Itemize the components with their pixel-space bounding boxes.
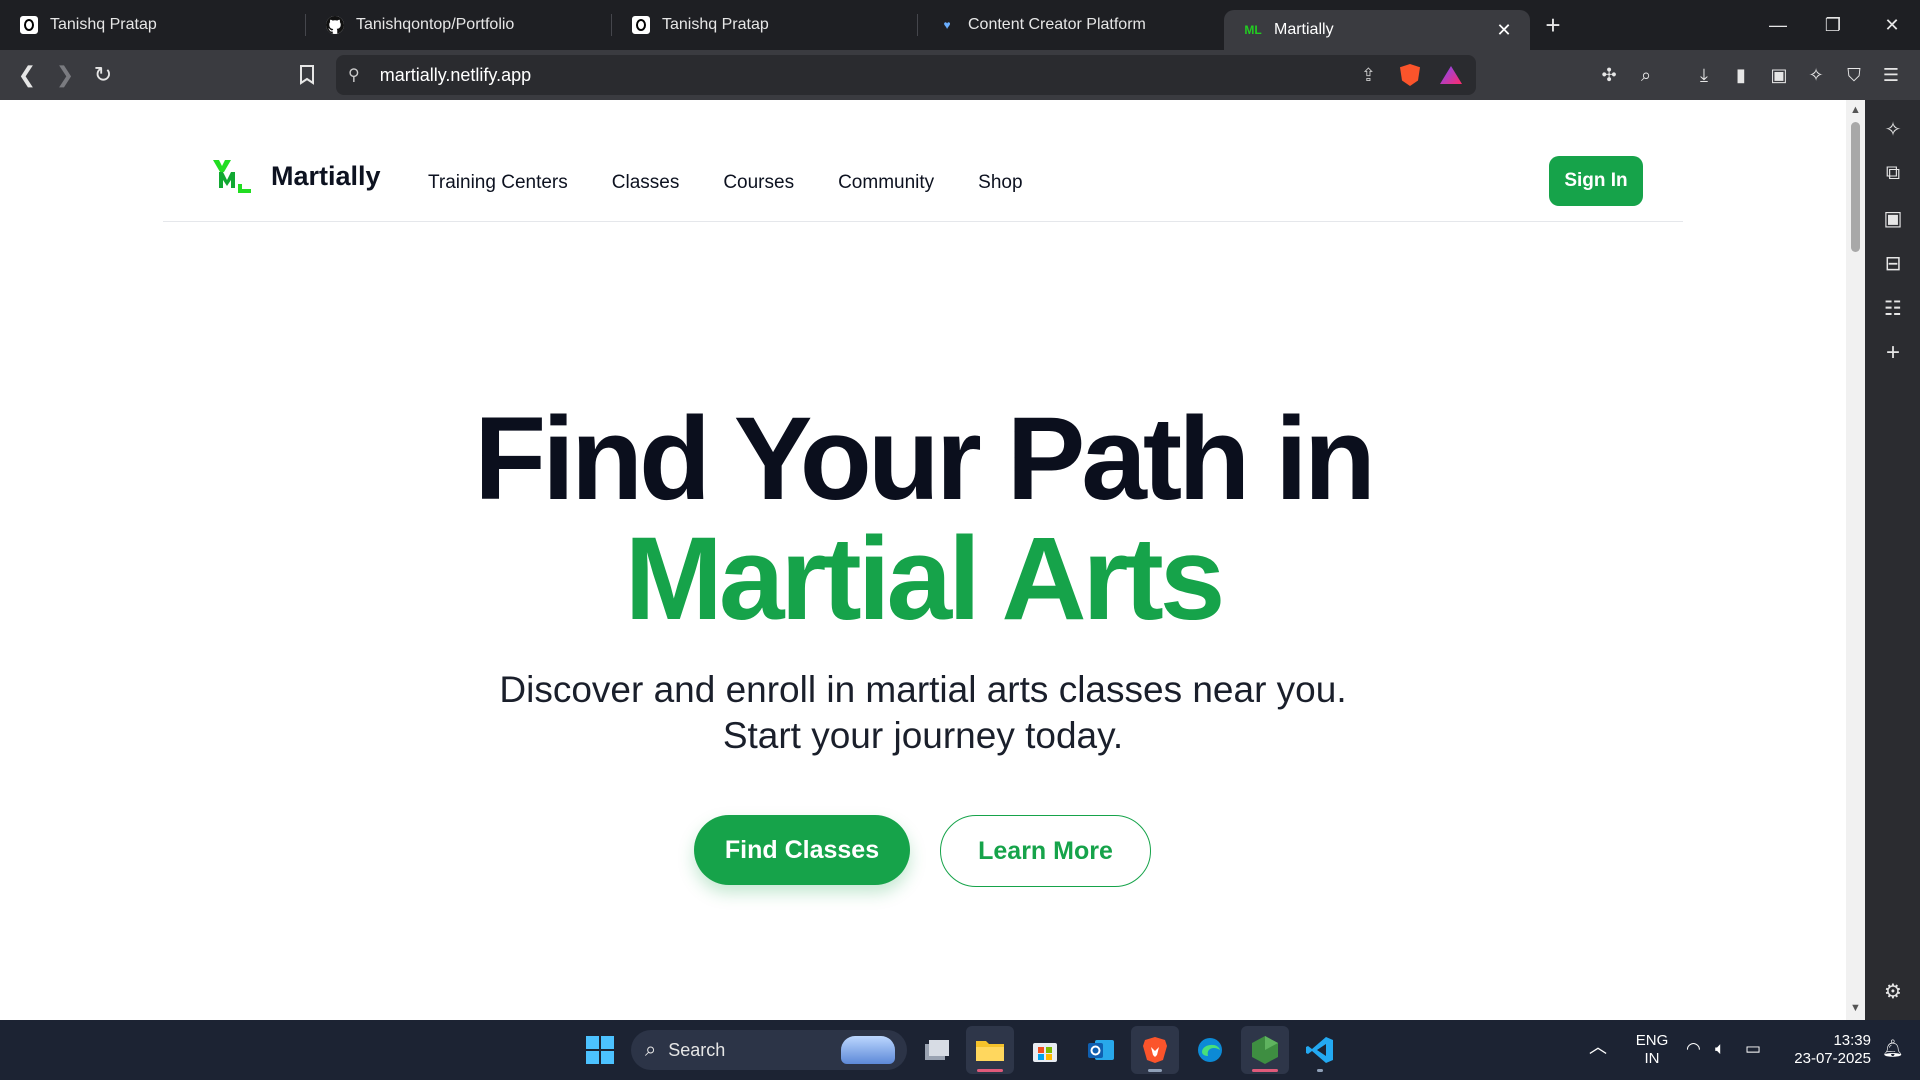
bookmark-icon[interactable]: [290, 58, 324, 92]
brave-rewards-icon[interactable]: [1440, 66, 1462, 84]
search-icon: ⌕: [645, 1038, 657, 1061]
find-classes-button[interactable]: Find Classes: [694, 815, 910, 885]
hero-subtitle: Discover and enroll in martial arts clas…: [499, 669, 1347, 756]
martially-logo-icon: [213, 158, 251, 194]
nav-classes[interactable]: Classes: [612, 172, 680, 194]
wallet-icon[interactable]: ▣: [1764, 60, 1794, 90]
heart-icon: ♥: [943, 18, 951, 32]
hero-title-line2: Martial Arts: [624, 513, 1226, 645]
opera-o-icon: [20, 16, 38, 34]
learn-more-button[interactable]: Learn More: [940, 815, 1151, 887]
browser-side-panel: ✧ ⧉ ▣ ⊟ ☷ + ⚙: [1865, 100, 1920, 1020]
nav-community[interactable]: Community: [838, 172, 934, 194]
site-logo[interactable]: Martially: [213, 158, 381, 194]
file-explorer-icon[interactable]: [966, 1026, 1014, 1074]
scroll-down-arrow-icon[interactable]: ▼: [1849, 1002, 1862, 1015]
browser-tab[interactable]: Tanishqontop/Portfolio: [306, 0, 612, 50]
address-bar[interactable]: ⚲ martially.netlify.app ⇪: [336, 55, 1476, 95]
leo-ai-icon[interactable]: ✧: [1801, 60, 1831, 90]
add-panel-icon[interactable]: +: [1878, 338, 1908, 368]
main-nav: Training Centers Classes Courses Communi…: [428, 172, 1023, 194]
windows-taskbar: ⌕ Search ︿ ENG IN ◠ 🔈︎ ▭ 13:39 23-07-202…: [0, 1020, 1920, 1080]
wifi-icon[interactable]: ◠: [1686, 1040, 1701, 1058]
tab-title: Tanishq Pratap: [662, 16, 769, 33]
region-code: IN: [1644, 1050, 1660, 1067]
brand-name: Martially: [271, 160, 381, 191]
browser-tab[interactable]: Tanishq Pratap: [612, 0, 918, 50]
reading-list-icon[interactable]: ☷: [1878, 293, 1908, 323]
search-page-icon[interactable]: ⌕: [1631, 60, 1661, 90]
nav-shop[interactable]: Shop: [978, 172, 1022, 194]
scroll-up-arrow-icon[interactable]: ▲: [1849, 104, 1862, 117]
extensions-icon[interactable]: ✣: [1594, 60, 1624, 90]
new-tab-button[interactable]: +: [1530, 0, 1576, 50]
scrollbar-thumb[interactable]: [1851, 122, 1860, 252]
url-text[interactable]: martially.netlify.app: [380, 65, 531, 86]
taskbar-search[interactable]: ⌕ Search: [631, 1030, 907, 1070]
sign-in-button[interactable]: Sign In: [1549, 156, 1643, 206]
outlook-icon[interactable]: [1077, 1026, 1125, 1074]
site-header: Martially Training Centers Classes Cours…: [163, 100, 1683, 222]
clock[interactable]: 13:39 23-07-2025: [1783, 1032, 1871, 1068]
wallet-icon[interactable]: ▣: [1878, 203, 1908, 233]
search-label: Search: [668, 1039, 726, 1060]
tab-title: Content Creator Platform: [968, 16, 1146, 33]
nav-courses[interactable]: Courses: [723, 172, 794, 194]
volume-icon[interactable]: 🔈︎: [1715, 1040, 1725, 1058]
browser-tab[interactable]: Tanishq Pratap: [0, 0, 306, 50]
martially-logo-icon: ML: [1244, 23, 1262, 37]
show-hidden-icons-icon[interactable]: ︿: [1589, 1038, 1607, 1056]
tab-title: Tanishqontop/Portfolio: [356, 16, 515, 33]
node-js-icon[interactable]: [1241, 1026, 1289, 1074]
page-viewport: Martially Training Centers Classes Cours…: [0, 100, 1846, 1020]
clock-date: 23-07-2025: [1794, 1050, 1871, 1067]
brave-shields-icon[interactable]: [1400, 64, 1420, 86]
language-indicator[interactable]: ENG IN: [1632, 1032, 1672, 1068]
nav-training-centers[interactable]: Training Centers: [428, 172, 568, 194]
tab-strip: Tanishq Pratap Tanishqontop/Portfolio Ta…: [0, 0, 1920, 50]
gear-icon[interactable]: ⚙: [1878, 976, 1908, 1006]
back-button[interactable]: ❮: [10, 58, 44, 92]
menu-icon[interactable]: ☰: [1876, 60, 1906, 90]
search-highlight-icon: [841, 1036, 895, 1064]
github-icon: [326, 16, 344, 34]
opera-o-icon: [632, 16, 650, 34]
share-icon[interactable]: ⇪: [1361, 65, 1376, 86]
site-settings-icon[interactable]: ⚲: [348, 65, 360, 85]
edge-icon[interactable]: [1186, 1026, 1234, 1074]
restore-button[interactable]: ❐: [1805, 0, 1861, 50]
browser-tab[interactable]: ♥ Content Creator Platform: [918, 0, 1224, 50]
page-scrollbar[interactable]: ▲ ▼: [1846, 100, 1865, 1020]
microsoft-store-icon[interactable]: [1021, 1026, 1069, 1074]
leo-ai-icon[interactable]: ✧: [1878, 114, 1908, 144]
vscode-icon[interactable]: [1296, 1026, 1344, 1074]
sidebar-toggle-icon[interactable]: ▮: [1726, 60, 1756, 90]
windows-start-icon[interactable]: [576, 1026, 624, 1074]
hero-title-line1: Find Your Path in: [474, 393, 1376, 525]
reload-button[interactable]: ↻: [86, 58, 120, 92]
language-code: ENG: [1635, 1032, 1669, 1049]
notifications-icon[interactable]: 🔔︎: [1882, 1040, 1904, 1058]
tab-title: Martially: [1274, 21, 1334, 38]
forward-button[interactable]: ❯: [48, 58, 82, 92]
task-view-icon[interactable]: [913, 1026, 961, 1074]
download-icon[interactable]: ⤓: [1689, 60, 1719, 90]
media-icon[interactable]: ⧉: [1878, 158, 1908, 188]
close-tab-icon[interactable]: ✕: [1494, 20, 1514, 40]
battery-icon[interactable]: ▭: [1745, 1040, 1761, 1058]
minimize-button[interactable]: —: [1750, 0, 1806, 50]
brave-browser-icon[interactable]: [1131, 1026, 1179, 1074]
close-window-button[interactable]: ✕: [1864, 0, 1920, 50]
clock-time: 13:39: [1833, 1032, 1871, 1049]
tab-title: Tanishq Pratap: [50, 16, 157, 33]
bookmarks-icon[interactable]: ⊟: [1878, 248, 1908, 278]
browser-tab-active[interactable]: ML Martially ✕: [1224, 10, 1530, 50]
toolbar: ❮ ❯ ↻ ⚲ martially.netlify.app ⇪ ✣ ⌕ ⤓ ▮ …: [0, 50, 1920, 100]
vpn-shield-icon[interactable]: ⛉: [1839, 60, 1869, 90]
